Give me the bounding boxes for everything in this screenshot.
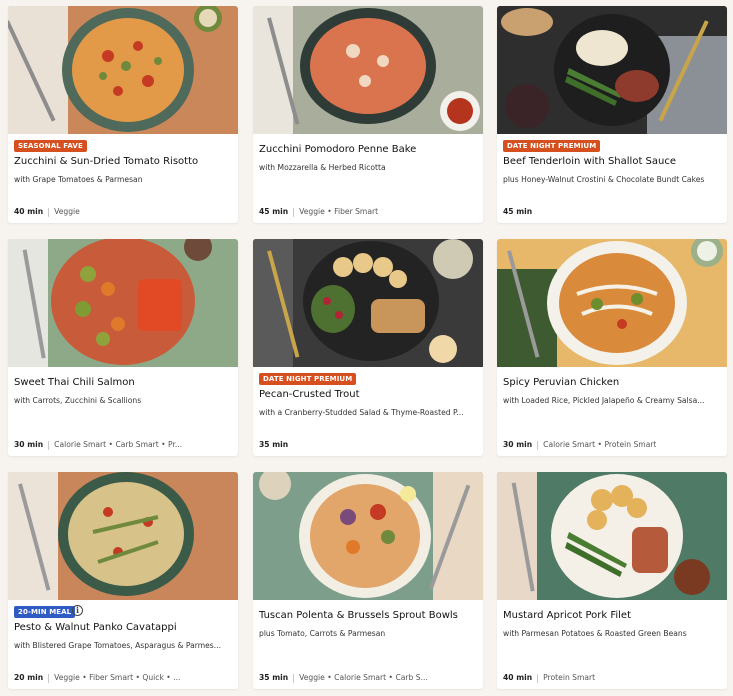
recipe-photo[interactable]	[8, 6, 238, 134]
cook-time: 35 min	[259, 440, 289, 449]
recipe-photo[interactable]	[8, 239, 238, 367]
recipe-title[interactable]: Mustard Apricot Pork Filet	[503, 609, 721, 622]
beef-tenderloin-photo	[497, 6, 727, 134]
risotto-photo	[8, 6, 238, 134]
info-icon[interactable]: i	[72, 605, 83, 616]
recipe-card[interactable]: Zucchini Pomodoro Penne Bake with Mozzar…	[253, 6, 483, 223]
recipe-title[interactable]: Zucchini & Sun-Dried Tomato Risotto	[14, 155, 232, 168]
recipe-photo[interactable]	[253, 6, 483, 134]
penne-bake-photo	[253, 6, 483, 134]
recipe-meta: 35 min Veggie • Calorie Smart • Carb S..…	[259, 673, 477, 683]
recipe-title[interactable]: Pesto & Walnut Panko Cavatappi	[14, 621, 232, 634]
recipe-photo[interactable]	[497, 6, 727, 134]
pork-filet-photo	[497, 472, 727, 600]
recipe-subtitle: with Blistered Grape Tomatoes, Asparagus…	[14, 641, 221, 650]
recipe-title[interactable]: Spicy Peruvian Chicken	[503, 376, 721, 389]
recipe-title[interactable]: Sweet Thai Chili Salmon	[14, 376, 232, 389]
recipe-title[interactable]: Pecan-Crusted Trout	[259, 388, 477, 401]
meta-divider	[48, 440, 50, 450]
recipe-title[interactable]: Tuscan Polenta & Brussels Sprout Bowls	[259, 609, 477, 622]
recipe-tags: Protein Smart	[543, 673, 596, 682]
meta-divider	[537, 673, 539, 683]
recipe-photo[interactable]	[497, 239, 727, 367]
recipe-subtitle: with Grape Tomatoes & Parmesan	[14, 175, 143, 184]
meta-divider	[48, 673, 50, 683]
meta-divider	[293, 207, 295, 217]
recipe-card[interactable]: Sweet Thai Chili Salmon with Carrots, Zu…	[8, 239, 238, 456]
cook-time: 35 min	[259, 673, 289, 682]
recipe-meta: 30 min Calorie Smart • Protein Smart	[503, 440, 721, 450]
recipe-photo[interactable]	[497, 472, 727, 600]
recipe-card[interactable]: DATE NIGHT PREMIUM Beef Tenderloin with …	[497, 6, 727, 223]
recipe-card[interactable]: Tuscan Polenta & Brussels Sprout Bowls p…	[253, 472, 483, 689]
recipe-subtitle: with Loaded Rice, Pickled Jalapeño & Cre…	[503, 396, 705, 405]
meta-divider	[293, 673, 295, 683]
cook-time: 45 min	[503, 207, 533, 216]
recipe-subtitle: with Mozzarella & Herbed Ricotta	[259, 163, 386, 172]
date-night-badge: DATE NIGHT PREMIUM	[259, 373, 357, 385]
recipe-tags: Veggie • Fiber Smart • Quick • ...	[54, 673, 181, 682]
cook-time: 45 min	[259, 207, 289, 216]
meta-divider	[48, 207, 50, 217]
polenta-bowl-photo	[253, 472, 483, 600]
recipe-meta: 30 min Calorie Smart • Carb Smart • Pr..…	[14, 440, 232, 450]
cook-time: 40 min	[503, 673, 533, 682]
cook-time: 30 min	[14, 440, 44, 449]
pecan-trout-photo	[253, 239, 483, 367]
recipe-tags: Veggie	[54, 207, 80, 216]
cook-time: 40 min	[14, 207, 44, 216]
recipe-title[interactable]: Beef Tenderloin with Shallot Sauce	[503, 155, 721, 168]
recipe-subtitle: plus Honey-Walnut Crostini & Chocolate B…	[503, 175, 705, 184]
recipe-subtitle: with Parmesan Potatoes & Roasted Green B…	[503, 629, 687, 638]
recipe-meta: 40 min Veggie	[14, 207, 232, 217]
recipe-meta: 45 min Veggie • Fiber Smart	[259, 207, 477, 217]
recipe-tags: Veggie • Calorie Smart • Carb S...	[299, 673, 428, 682]
meta-divider	[537, 440, 539, 450]
recipe-card[interactable]: Spicy Peruvian Chicken with Loaded Rice,…	[497, 239, 727, 456]
date-night-badge: DATE NIGHT PREMIUM	[503, 140, 601, 152]
recipe-meta: 45 min	[503, 207, 721, 217]
recipe-photo[interactable]	[253, 239, 483, 367]
recipe-photo[interactable]	[8, 472, 238, 600]
recipe-subtitle: with a Cranberry-Studded Salad & Thyme-R…	[259, 408, 464, 417]
recipe-card[interactable]: DATE NIGHT PREMIUM Pecan-Crusted Trout w…	[253, 239, 483, 456]
pesto-cavatappi-photo	[8, 472, 238, 600]
cook-time: 20 min	[14, 673, 44, 682]
seasonal-badge: SEASONAL FAVE	[14, 140, 87, 152]
recipe-tags: Veggie • Fiber Smart	[299, 207, 379, 216]
recipe-meta: 20 min Veggie • Fiber Smart • Quick • ..…	[14, 673, 232, 683]
recipe-tags: Calorie Smart • Protein Smart	[543, 440, 657, 449]
recipe-card[interactable]: SEASONAL FAVE Zucchini & Sun-Dried Tomat…	[8, 6, 238, 223]
recipe-card[interactable]: 20-MIN MEAL i Pesto & Walnut Panko Cavat…	[8, 472, 238, 689]
twenty-min-badge: 20-MIN MEAL	[14, 606, 76, 618]
peruvian-chicken-photo	[497, 239, 727, 367]
recipe-subtitle: plus Tomato, Carrots & Parmesan	[259, 629, 386, 638]
recipe-title[interactable]: Zucchini Pomodoro Penne Bake	[259, 143, 477, 156]
chili-salmon-photo	[8, 239, 238, 367]
recipe-meta: 35 min	[259, 440, 477, 450]
recipe-photo[interactable]	[253, 472, 483, 600]
recipe-tags: Calorie Smart • Carb Smart • Pr...	[54, 440, 183, 449]
recipe-meta: 40 min Protein Smart	[503, 673, 721, 683]
recipe-subtitle: with Carrots, Zucchini & Scallions	[14, 396, 142, 405]
cook-time: 30 min	[503, 440, 533, 449]
recipe-card[interactable]: Mustard Apricot Pork Filet with Parmesan…	[497, 472, 727, 689]
